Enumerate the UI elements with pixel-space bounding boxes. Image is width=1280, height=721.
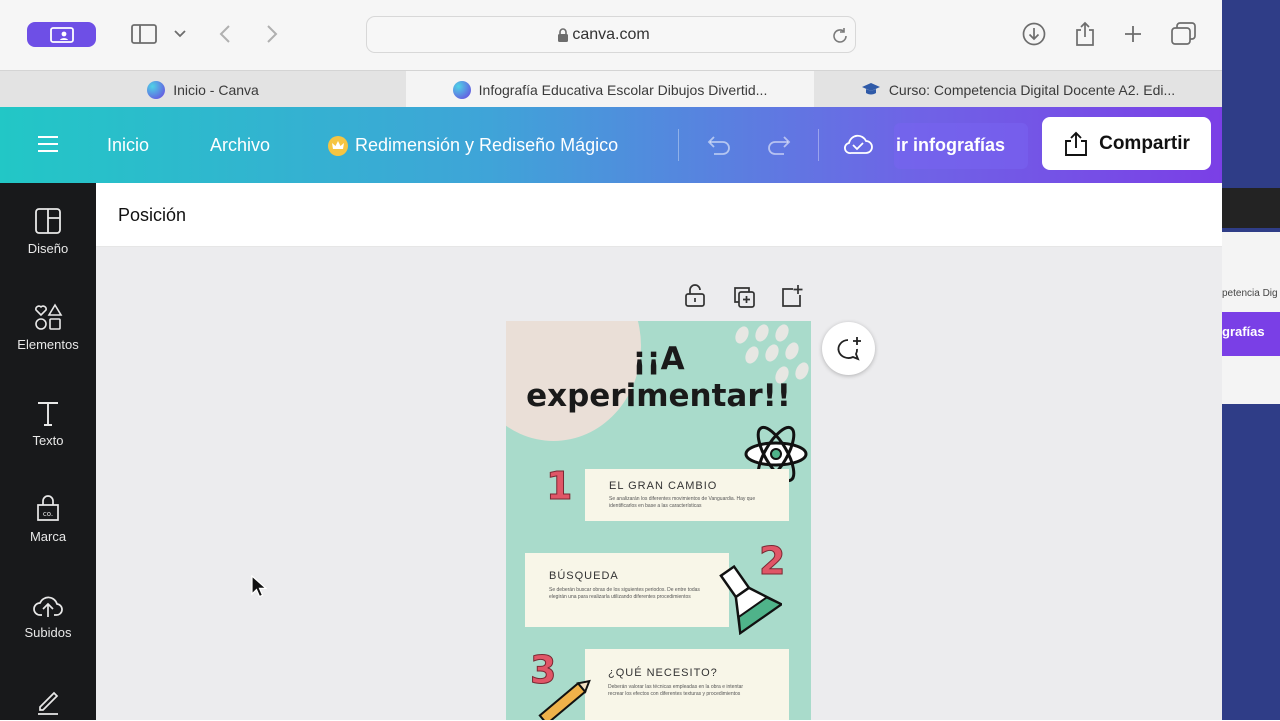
rail-item-text[interactable]: Texto — [0, 399, 96, 448]
rail-item-brand[interactable]: co. Marca — [0, 495, 96, 544]
profile-icon — [49, 26, 74, 43]
infographic-title: ¡¡A experimentar!! — [506, 341, 811, 415]
url-text: canva.com — [572, 26, 650, 43]
rail-item-draw[interactable] — [0, 687, 96, 721]
divider — [818, 129, 819, 161]
background-window-tab: petencia Dig — [1222, 288, 1278, 299]
rail-label: Elementos — [17, 337, 79, 352]
comment-add-icon — [837, 336, 861, 361]
position-button[interactable]: Posición — [118, 205, 186, 226]
design-page[interactable]: ¡¡A experimentar!! 1 EL GRAN CAMBIO Se a… — [506, 321, 811, 720]
chevron-down-icon[interactable] — [172, 26, 188, 42]
unlock-icon[interactable] — [684, 284, 706, 313]
step-card: ¿QUÉ NECESITO? Deberán valorar las técni… — [585, 649, 789, 720]
canva-favicon-icon — [452, 80, 471, 99]
step-card: EL GRAN CAMBIO Se analizarán los diferen… — [585, 469, 789, 521]
forward-icon[interactable] — [261, 22, 283, 46]
tab-label: Infografía Educativa Escolar Dibujos Div… — [478, 81, 768, 98]
address-bar[interactable]: canva.com — [366, 16, 856, 53]
sidebar-toggle-icon[interactable] — [130, 22, 158, 46]
reload-icon[interactable] — [831, 27, 849, 45]
rail-item-design[interactable]: Diseño — [0, 207, 96, 256]
cloud-saved-icon[interactable] — [842, 132, 874, 161]
side-panel-rail: Diseño Elementos Texto co. Marca Subidos — [0, 183, 96, 720]
title-line-1: ¡¡A — [632, 341, 685, 377]
tab-label: Inicio - Canva — [173, 81, 259, 98]
rail-label: Diseño — [27, 241, 69, 256]
step-card: BÚSQUEDA Se deberán buscar obras de los … — [525, 553, 729, 627]
draw-icon — [38, 691, 59, 715]
rail-item-elements[interactable]: Elementos — [0, 303, 96, 352]
shapes-icon — [35, 303, 63, 330]
step-body: Se analizarán los diferentes movimientos… — [609, 496, 756, 509]
rail-label: Marca — [29, 529, 67, 544]
share-button[interactable]: Compartir — [1042, 117, 1211, 170]
tab-curso[interactable]: Curso: Competencia Digital Docente A2. E… — [814, 71, 1222, 108]
background-window-header: grafías — [1222, 312, 1280, 356]
new-tab-icon[interactable] — [1121, 22, 1145, 46]
share-sheet-icon[interactable] — [1072, 20, 1098, 48]
upload-cloud-icon — [33, 596, 63, 617]
flask-icon — [719, 564, 782, 635]
tab-label: Curso: Competencia Digital Docente A2. E… — [888, 81, 1176, 98]
design-title-field[interactable]: ir infografías — [894, 123, 1028, 169]
upload-share-icon — [1065, 131, 1088, 156]
step-title: ¿QUÉ NECESITO? — [608, 667, 718, 679]
rail-item-uploads[interactable]: Subidos — [0, 591, 96, 640]
step-title: EL GRAN CAMBIO — [609, 480, 718, 492]
step-title: BÚSQUEDA — [549, 570, 619, 582]
step-body: Deberán valorar las técnicas empleadas e… — [608, 684, 744, 697]
design-title-text: ir infografías — [896, 135, 1006, 155]
title-line-2: experimentar!! — [526, 378, 791, 414]
background-window: petencia Dig grafías — [1222, 0, 1280, 720]
svg-text:co.: co. — [43, 510, 53, 518]
background-window-text: grafías — [1222, 324, 1265, 339]
crown-icon — [328, 135, 348, 156]
magic-resize-label: Redimensión y Rediseño Mágico — [355, 135, 619, 155]
brand-icon: co. — [37, 495, 59, 521]
tab-infografia[interactable]: Infografía Educativa Escolar Dibujos Div… — [406, 71, 814, 108]
home-link[interactable]: Inicio — [107, 135, 149, 156]
background-window-content: petencia Dig grafías — [1222, 232, 1280, 404]
canva-favicon-icon — [147, 80, 166, 99]
divider — [678, 129, 679, 161]
back-icon[interactable] — [214, 22, 236, 46]
tab-bar: Inicio - Canva Infografía Educativa Esco… — [0, 70, 1222, 108]
editor-header: Inicio Archivo Redimensión y Rediseño Má… — [0, 107, 1222, 183]
tab-overview-icon[interactable] — [1170, 21, 1198, 47]
share-label: Compartir — [1099, 132, 1190, 154]
pencil-icon — [538, 679, 591, 720]
rail-label: Texto — [32, 433, 64, 448]
step-number: 1 — [545, 464, 573, 509]
context-toolbar: Posición — [96, 183, 1222, 247]
tab-inicio-canva[interactable]: Inicio - Canva — [0, 71, 406, 108]
undo-icon[interactable] — [704, 133, 732, 160]
layout-icon — [35, 208, 61, 234]
mouse-cursor-icon — [251, 575, 267, 598]
background-window-bar — [1222, 188, 1280, 228]
download-icon[interactable] — [1021, 21, 1047, 47]
duplicate-page-icon[interactable] — [732, 285, 756, 314]
menu-icon[interactable] — [37, 135, 59, 158]
graduation-cap-icon — [861, 82, 880, 94]
rail-label: Subidos — [24, 625, 72, 640]
magic-resize-button[interactable]: Redimensión y Rediseño Mágico — [328, 135, 618, 156]
text-icon — [38, 402, 58, 426]
redo-icon[interactable] — [766, 133, 794, 160]
file-menu[interactable]: Archivo — [210, 135, 270, 156]
add-comment-button[interactable] — [822, 322, 875, 375]
add-page-icon[interactable] — [780, 284, 804, 313]
profile-button[interactable] — [27, 22, 96, 47]
step-body: Se deberán buscar obras de los siguiente… — [549, 587, 700, 600]
